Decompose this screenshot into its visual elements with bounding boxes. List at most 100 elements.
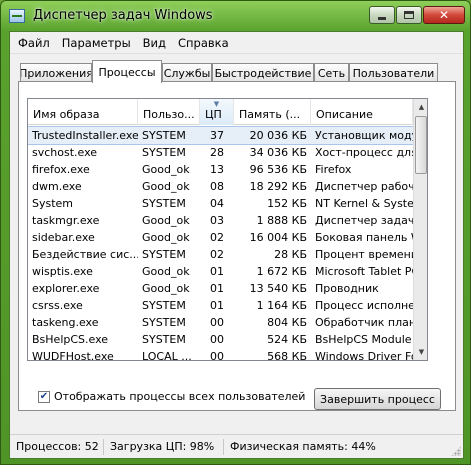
menu-bar: Файл Параметры Вид Справка <box>10 32 463 54</box>
end-process-button[interactable]: Завершить процесс <box>314 388 441 410</box>
show-all-users-checkbox[interactable]: ✔ <box>38 390 50 403</box>
cell-cpu: 08 <box>210 180 224 193</box>
cell-description: Боковая панель Wind <box>315 231 413 244</box>
tab-performance[interactable]: Быстродействие <box>212 63 314 82</box>
tab-users[interactable]: Пользователи <box>349 63 438 82</box>
status-process-count: Процессов: 52 <box>12 439 104 455</box>
title-bar[interactable]: Диспетчер задач Windows ✕ <box>1 1 470 31</box>
cell-image-name: dwm.exe <box>32 180 82 193</box>
status-bar: Процессов: 52 Загрузка ЦП: 98% Физическа… <box>10 434 463 458</box>
column-user[interactable]: Пользо... <box>138 99 200 125</box>
column-image-name[interactable]: Имя образа <box>28 99 138 125</box>
process-list[interactable]: Имя образа Пользо... ▼ ЦП Память (... Оп… <box>27 98 428 361</box>
cell-cpu: 02 <box>210 231 224 244</box>
cell-image-name: taskmgr.exe <box>32 214 100 227</box>
table-row[interactable]: sidebar.exe Good_ok 02 16 004 КБ Боковая… <box>28 229 413 246</box>
cell-user: Good_ok <box>142 214 190 227</box>
tab-network[interactable]: Сеть <box>314 63 349 82</box>
cell-image-name: sidebar.exe <box>32 231 95 244</box>
column-memory[interactable]: Память (... <box>234 99 311 125</box>
cell-memory: 20 036 КБ <box>249 129 307 142</box>
status-physical-memory: Физическая память: 44% <box>230 440 376 453</box>
table-row[interactable]: BsHelpCS.exe SYSTEM 00 524 КБ BsHelpCS M… <box>28 331 413 348</box>
table-row[interactable]: svchost.exe SYSTEM 28 34 036 КБ Хост-про… <box>28 144 413 161</box>
cell-cpu: 00 <box>210 316 224 329</box>
cell-image-name: BsHelpCS.exe <box>32 333 109 346</box>
cell-user: SYSTEM <box>142 316 186 329</box>
table-row[interactable]: taskeng.exe SYSTEM 00 804 КБ Обработчик … <box>28 314 413 331</box>
cell-description: Диспетчер задач Win <box>315 214 413 227</box>
table-row[interactable]: csrss.exe SYSTEM 01 1 164 КБ Процесс исп… <box>28 297 413 314</box>
scroll-up-icon[interactable]: ▲ <box>414 99 427 115</box>
cell-image-name: taskeng.exe <box>32 316 99 329</box>
cell-description: Microsoft Tablet PC In <box>315 265 413 278</box>
cell-user: Good_ok <box>142 265 190 278</box>
sort-descending-icon: ▼ <box>213 100 220 108</box>
cell-cpu: 00 <box>210 333 224 346</box>
cell-memory: 96 536 КБ <box>249 163 307 176</box>
minimize-button[interactable] <box>369 6 395 24</box>
maximize-button[interactable] <box>396 6 422 24</box>
table-row[interactable]: TrustedInstaller.exe SYSTEM 37 20 036 КБ… <box>28 126 414 145</box>
cell-description: Windows Driver Found <box>315 350 413 361</box>
cell-image-name: wisptis.exe <box>32 265 93 278</box>
cell-memory: 568 КБ <box>267 350 307 361</box>
resize-grip[interactable] <box>451 446 461 456</box>
column-cpu-label: ЦП <box>205 108 222 121</box>
cell-image-name: firefox.exe <box>32 163 90 176</box>
cell-image-name: Бездействие сис... <box>32 248 138 261</box>
maximize-icon <box>404 11 414 19</box>
table-row[interactable]: dwm.exe Good_ok 08 18 292 КБ Диспетчер р… <box>28 178 413 195</box>
task-manager-window: Диспетчер задач Windows ✕ Файл Параметры… <box>0 0 471 465</box>
cell-cpu: 03 <box>210 214 224 227</box>
list-header: Имя образа Пользо... ▼ ЦП Память (... Оп… <box>28 99 413 125</box>
menu-view[interactable]: Вид <box>137 36 172 50</box>
scrollbar-thumb[interactable] <box>415 116 427 174</box>
scroll-down-icon[interactable]: ▼ <box>414 344 427 360</box>
table-row[interactable]: firefox.exe Good_ok 13 96 536 КБ Firefox <box>28 161 413 178</box>
show-all-users-option[interactable]: ✔ Отображать процессы всех пользователей <box>38 390 305 403</box>
cell-memory: 1 672 КБ <box>256 265 307 278</box>
menu-help[interactable]: Справка <box>172 36 235 50</box>
column-description[interactable]: Описание <box>311 99 413 125</box>
cell-cpu: 02 <box>210 248 224 261</box>
column-cpu[interactable]: ▼ ЦП <box>200 99 234 125</box>
cell-user: Good_ok <box>142 163 190 176</box>
vertical-scrollbar[interactable]: ▲ ▼ <box>413 99 427 360</box>
cell-cpu: 01 <box>210 282 224 295</box>
tab-processes[interactable]: Процессы <box>92 60 162 83</box>
cell-memory: 152 КБ <box>267 197 307 210</box>
table-row[interactable]: WUDFHost.exe LOCAL ... 00 568 КБ Windows… <box>28 348 413 361</box>
cell-description: Firefox <box>315 163 352 176</box>
tab-applications[interactable]: Приложения <box>20 63 92 82</box>
cell-description: Диспетчер рабочего <box>315 180 413 193</box>
menu-file[interactable]: Файл <box>12 36 56 50</box>
table-row[interactable]: explorer.exe Good_ok 01 13 540 КБ Провод… <box>28 280 413 297</box>
cell-cpu: 13 <box>210 163 224 176</box>
cell-memory: 34 036 КБ <box>249 146 307 159</box>
cell-user: LOCAL ... <box>142 350 192 361</box>
cell-image-name: csrss.exe <box>32 299 83 312</box>
table-row[interactable]: System SYSTEM 04 152 КБ NT Kernel & Syst… <box>28 195 413 212</box>
tab-services[interactable]: Службы <box>162 63 212 82</box>
close-icon: ✕ <box>438 8 450 22</box>
table-row[interactable]: Бездействие сис... SYSTEM 02 28 КБ Проце… <box>28 246 413 263</box>
cell-image-name: svchost.exe <box>32 146 98 159</box>
cell-user: SYSTEM <box>142 146 186 159</box>
close-button[interactable]: ✕ <box>423 6 465 24</box>
cell-cpu: 01 <box>210 265 224 278</box>
cell-description: Обработчик планиро <box>315 316 413 329</box>
cell-description: Хост-процесс для слу <box>315 146 413 159</box>
cell-memory: 1 888 КБ <box>256 214 307 227</box>
cell-cpu: 37 <box>210 129 224 142</box>
cell-user: SYSTEM <box>142 197 186 210</box>
table-row[interactable]: taskmgr.exe Good_ok 03 1 888 КБ Диспетче… <box>28 212 413 229</box>
cell-cpu: 28 <box>210 146 224 159</box>
cell-memory: 524 КБ <box>267 333 307 346</box>
cell-memory: 18 292 КБ <box>249 180 307 193</box>
cell-user: Good_ok <box>142 180 190 193</box>
table-row[interactable]: wisptis.exe Good_ok 01 1 672 КБ Microsof… <box>28 263 413 280</box>
menu-options[interactable]: Параметры <box>56 36 137 50</box>
cell-memory: 28 КБ <box>274 248 307 261</box>
list-rows: TrustedInstaller.exe SYSTEM 37 20 036 КБ… <box>28 126 414 361</box>
